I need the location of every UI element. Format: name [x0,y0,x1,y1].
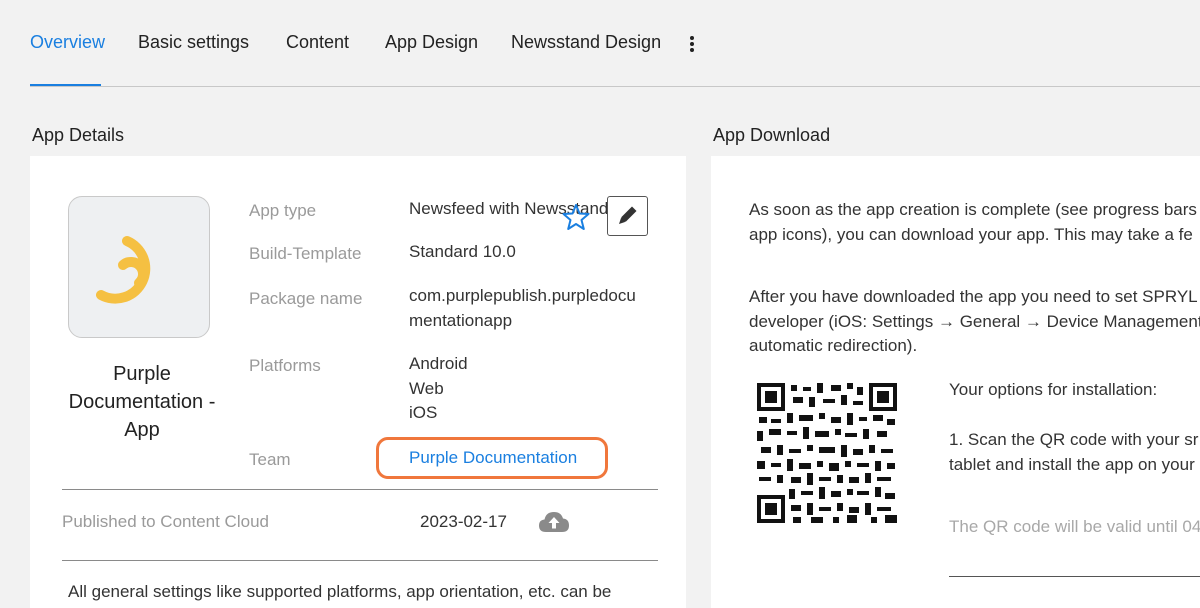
package-name-value-line2: mentationapp [409,311,513,330]
tab-content[interactable]: Content [286,32,349,53]
app-type-label: App type [249,201,317,220]
platforms-label: Platforms [249,356,321,375]
install-option1-line2: tablet and install the app on your [949,455,1195,474]
tab-bar-divider [30,86,1200,87]
details-divider-top [62,489,658,490]
published-date: 2023-02-17 [420,512,507,531]
cloud-upload-icon[interactable] [538,510,570,534]
app-name: Purple Documentation - App [68,363,216,441]
tab-basic-settings[interactable]: Basic settings [138,32,249,53]
build-template-value: Standard 10.0 [409,242,516,261]
qr-code [757,383,897,523]
team-label: Team [249,450,291,469]
app-download-heading: App Download [713,125,831,145]
download-para1-line1: As soon as the app creation is complete … [749,200,1197,219]
vertical-dots-icon[interactable] [688,36,696,54]
install-option1-line1: 1. Scan the QR code with your sr [949,430,1199,449]
download-para2-line1: After you have downloaded the app you ne… [749,287,1198,306]
pencil-icon [619,206,637,224]
app-details-heading: App Details [32,125,125,145]
details-divider-bottom [62,560,658,561]
package-name-label: Package name [249,289,363,308]
download-para2-line3: automatic redirection). [749,336,918,355]
app-logo-icon [96,236,151,304]
tab-newsstand-design[interactable]: Newsstand Design [511,32,661,53]
download-para1-line2: app icons), you can download your app. T… [749,225,1193,244]
platform-ios: iOS [409,403,438,422]
app-icon-tile [68,196,210,338]
build-template-label: Build-Template [249,244,362,263]
package-name-value-line1: com.purplepublish.purpledocu [409,286,636,305]
team-link[interactable]: Purple Documentation [409,446,577,470]
platform-android: Android [409,354,468,373]
qr-validity-text: The QR code will be valid until 04 [949,517,1200,536]
edit-button[interactable] [607,196,648,236]
settings-note: All general settings like supported plat… [68,582,612,601]
platform-web: Web [409,379,444,398]
published-label: Published to Content Cloud [62,512,269,531]
install-options-title: Your options for installation: [949,380,1158,399]
tab-overview[interactable]: Overview [30,32,105,53]
download-divider [949,576,1200,577]
tab-bar: Overview Basic settings Content App Desi… [0,0,1200,87]
download-para2-line2: developer (iOS: Settings → General → Dev… [749,312,1200,331]
star-icon[interactable] [561,202,591,232]
tab-app-design[interactable]: App Design [385,32,478,53]
